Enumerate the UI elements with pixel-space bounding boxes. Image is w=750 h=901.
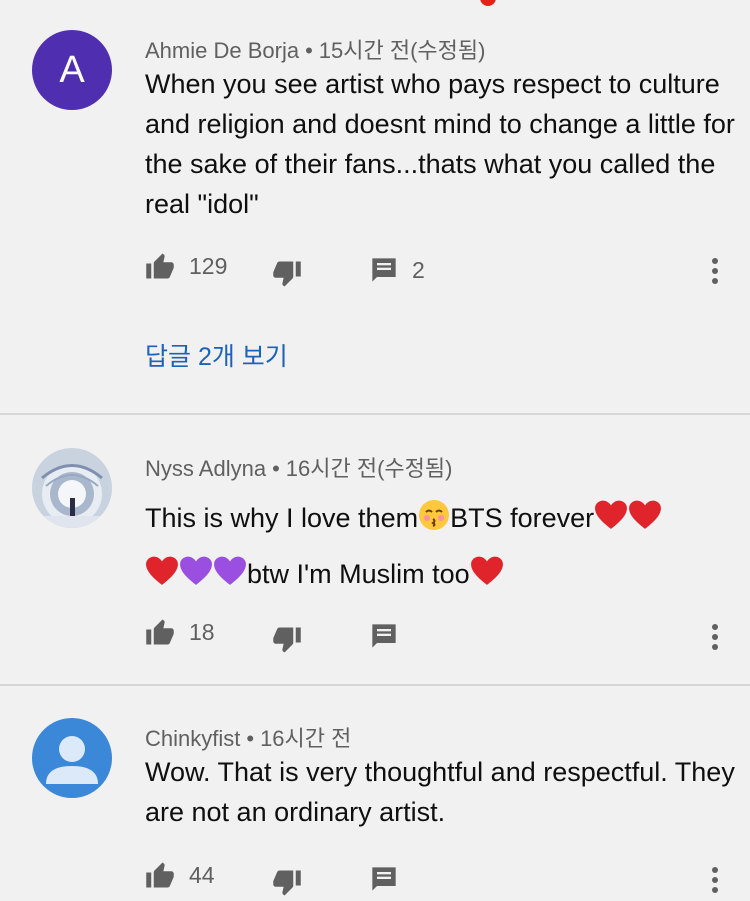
thumbs-up-icon: [146, 619, 174, 645]
comment-text: Wow. That is very thoughtful and respect…: [145, 757, 735, 827]
red-heart-emoji: [629, 500, 662, 529]
red-heart-emoji: [470, 556, 503, 585]
reply-button[interactable]: 2: [370, 256, 425, 284]
meta-separator: •: [305, 38, 313, 63]
comment-time: 16시간 전: [260, 726, 352, 751]
thumbs-down-icon: [273, 870, 301, 896]
more-options-button[interactable]: [705, 622, 725, 652]
more-vert-icon: [712, 258, 718, 284]
reply-count: 2: [412, 256, 425, 283]
comments-screen: A Ahmie De Borja • 15시간 전(수정됨) When you se…: [0, 0, 750, 901]
author-name[interactable]: Chinkyfist: [145, 726, 240, 751]
like-button[interactable]: 129: [145, 252, 227, 280]
like-button[interactable]: 18: [145, 618, 215, 646]
avatar[interactable]: [32, 448, 112, 528]
comment-text-part: btw I'm Muslim too: [247, 559, 470, 589]
red-heart-emoji: [595, 500, 628, 529]
comment-text-part: This is why I love them: [145, 503, 419, 533]
dislike-button[interactable]: [272, 869, 302, 897]
notification-dot: [480, 0, 496, 6]
dislike-button[interactable]: [272, 260, 302, 288]
comment-meta: Ahmie De Borja • 15시간 전(수정됨): [145, 33, 485, 65]
default-user-icon: [46, 736, 98, 784]
comment-time: 15시간 전(수정됨): [318, 38, 486, 63]
comment-text: This is why I love them BTS forever btw I'…: [145, 490, 735, 602]
reply-button[interactable]: [370, 622, 398, 650]
thumbs-down-icon: [273, 261, 301, 287]
comment-meta: Chinkyfist • 16시간 전: [145, 721, 351, 753]
meta-separator: •: [272, 456, 280, 481]
reply-button[interactable]: [370, 865, 398, 893]
like-button[interactable]: 44: [145, 861, 215, 889]
reply-icon: [372, 258, 396, 282]
red-heart-emoji: [146, 556, 178, 585]
author-name[interactable]: Ahmie De Borja: [145, 38, 299, 63]
comment-meta: Nyss Adlyna • 16시간 전(수정됨): [145, 451, 452, 483]
view-replies-link[interactable]: 답글 2개 보기: [145, 337, 288, 373]
more-vert-icon: [712, 624, 718, 650]
more-options-button[interactable]: [705, 865, 725, 895]
more-vert-icon: [712, 867, 718, 893]
like-count: 18: [189, 618, 215, 645]
like-count: 44: [189, 861, 215, 888]
purple-heart-emoji: [214, 556, 246, 585]
divider: [0, 413, 750, 415]
comment-time: 16시간 전(수정됨): [285, 456, 453, 481]
meta-separator: •: [246, 726, 255, 751]
avatar-image: [32, 448, 112, 528]
comment-text-part: BTS forever: [450, 503, 595, 533]
thumbs-down-icon: [273, 627, 301, 653]
avatar[interactable]: [32, 718, 112, 798]
like-count: 129: [189, 252, 228, 279]
thumbs-up-icon: [146, 862, 174, 888]
kissing-face-emoji: [419, 500, 450, 530]
purple-heart-emoji: [180, 556, 212, 585]
more-options-button[interactable]: [705, 256, 725, 286]
divider: [0, 684, 750, 686]
reply-icon: [372, 624, 396, 648]
dislike-button[interactable]: [272, 626, 302, 654]
comment-text: When you see artist who pays respect to …: [145, 69, 735, 219]
author-name[interactable]: Nyss Adlyna: [145, 456, 266, 481]
thumbs-up-icon: [146, 253, 174, 279]
reply-icon: [372, 867, 396, 891]
avatar[interactable]: A: [32, 30, 112, 110]
